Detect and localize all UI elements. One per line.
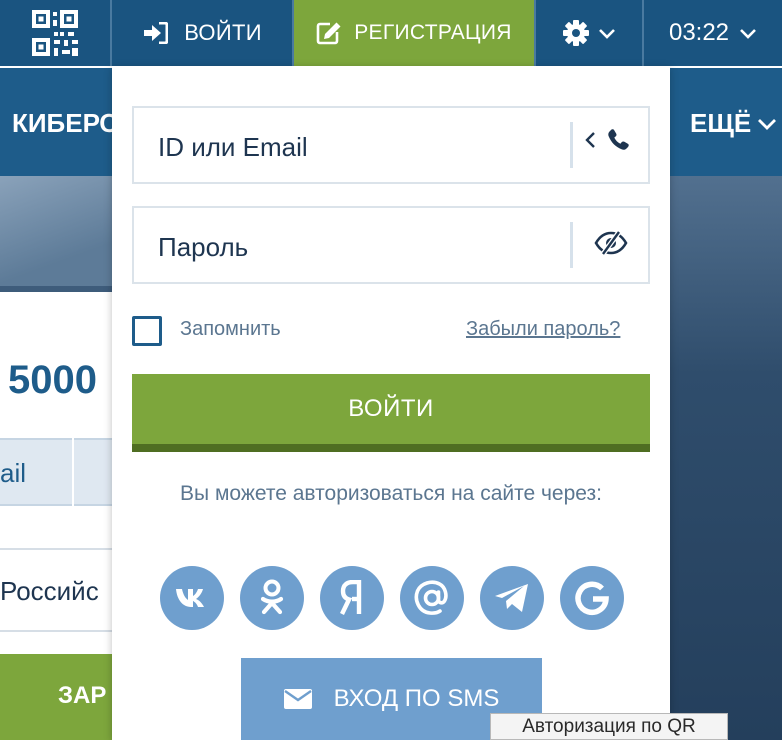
nav-more-dropdown[interactable]: ЕЩЁ bbox=[690, 108, 777, 139]
header-register-button[interactable]: РЕГИСТРАЦИЯ bbox=[294, 0, 536, 66]
qr-login-button[interactable] bbox=[0, 0, 112, 66]
remember-label[interactable]: Запомнить bbox=[180, 318, 281, 341]
divider bbox=[0, 548, 112, 550]
yandex-icon bbox=[340, 580, 362, 615]
field-separator bbox=[570, 122, 573, 168]
country-select[interactable]: Российс bbox=[0, 576, 99, 607]
registration-tab-email-label[interactable]: ail bbox=[0, 458, 26, 489]
edit-icon bbox=[316, 22, 341, 45]
settings-dropdown[interactable] bbox=[536, 0, 644, 66]
header-login-button[interactable]: ВОЙТИ bbox=[112, 0, 294, 66]
login-panel: ID или Email Пароль Запомнить Забыли пар… bbox=[112, 66, 670, 740]
clock-time: 03:22 bbox=[668, 19, 730, 46]
top-bar: ВОЙТИ РЕГИСТРАЦИЯ 03:22 bbox=[0, 0, 782, 66]
header-login-label: ВОЙТИ bbox=[184, 20, 262, 45]
vk-login-button[interactable] bbox=[160, 566, 224, 630]
forgot-password-link[interactable]: Забыли пароль? bbox=[466, 318, 620, 341]
header-register-label: РЕГИСТРАЦИЯ bbox=[354, 21, 512, 44]
tab-divider bbox=[72, 438, 74, 506]
chevron-down-icon bbox=[758, 118, 777, 130]
sign-in-icon bbox=[144, 22, 169, 44]
qr-tooltip: Авторизация по QR bbox=[490, 713, 728, 740]
login-submit-label: ВОЙТИ bbox=[348, 395, 434, 422]
telegram-icon bbox=[495, 584, 528, 612]
yandex-login-button[interactable] bbox=[320, 566, 384, 630]
vk-icon bbox=[176, 589, 204, 607]
google-icon bbox=[575, 581, 609, 616]
alt-auth-hint: Вы можете авторизоваться на сайте через: bbox=[180, 482, 602, 505]
envelope-icon bbox=[283, 689, 312, 709]
login-type-switch[interactable] bbox=[584, 128, 630, 152]
chevron-down-icon bbox=[599, 29, 615, 39]
login-id-field[interactable]: ID или Email bbox=[132, 106, 650, 184]
mailru-login-button[interactable] bbox=[400, 566, 464, 630]
bonus-amount: 5000 bbox=[8, 358, 97, 402]
at-icon bbox=[414, 580, 448, 615]
qr-code-icon bbox=[32, 10, 78, 56]
google-login-button[interactable] bbox=[560, 566, 624, 630]
password-visibility-toggle[interactable] bbox=[594, 230, 628, 256]
eye-slash-icon[interactable] bbox=[594, 230, 628, 256]
time-dropdown[interactable]: 03:22 bbox=[644, 0, 782, 66]
divider bbox=[0, 630, 112, 632]
odnoklassniki-icon bbox=[260, 579, 284, 615]
nav-more-label: ЕЩЁ bbox=[690, 108, 752, 138]
password-field[interactable]: Пароль bbox=[132, 206, 650, 284]
gear-icon bbox=[563, 20, 589, 46]
chevron-left-icon[interactable] bbox=[584, 131, 596, 149]
social-login-list bbox=[160, 566, 624, 630]
remember-checkbox[interactable] bbox=[132, 316, 162, 346]
phone-icon[interactable] bbox=[606, 128, 630, 152]
field-separator bbox=[570, 222, 573, 268]
chevron-down-icon bbox=[740, 29, 756, 39]
promo-banner-highlight bbox=[0, 176, 120, 286]
odnoklassniki-login-button[interactable] bbox=[240, 566, 304, 630]
sms-login-label: ВХОД ПО SMS bbox=[333, 685, 500, 712]
password-placeholder: Пароль bbox=[158, 232, 249, 262]
nav-item-esports[interactable]: КИБЕРС bbox=[12, 108, 118, 139]
login-submit-button[interactable]: ВОЙТИ bbox=[132, 374, 650, 452]
register-submit-label[interactable]: ЗАР bbox=[58, 682, 106, 710]
telegram-login-button[interactable] bbox=[480, 566, 544, 630]
login-id-placeholder: ID или Email bbox=[158, 132, 308, 162]
